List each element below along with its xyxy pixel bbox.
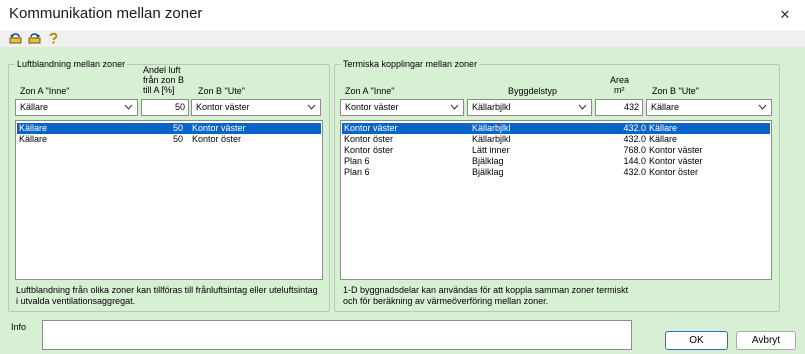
list-item[interactable]: Plan 6 Bjälklag 144.0 Kontor väster bbox=[342, 156, 770, 167]
row-area: 432.0 bbox=[623, 123, 646, 133]
left-zone-b-select[interactable]: Kontor väster bbox=[191, 99, 321, 116]
thermal-coupling-group-title: Termiska kopplingar mellan zoner bbox=[341, 59, 480, 69]
help-icon[interactable] bbox=[47, 32, 60, 44]
left-zone-b-value: Kontor väster bbox=[196, 102, 250, 112]
title-bar: Kommunikation mellan zoner ✕ bbox=[0, 0, 805, 30]
info-field[interactable] bbox=[42, 320, 632, 350]
right-col-zone-a-header: Zon A "Inne" bbox=[345, 86, 395, 96]
left-zone-a-value: Källare bbox=[20, 102, 49, 112]
row-area: 432.0 bbox=[623, 167, 646, 177]
dialog-body: Luftblandning mellan zoner Zon A "Inne" … bbox=[0, 47, 805, 354]
row-part: Bjälklag bbox=[472, 167, 504, 177]
chevron-down-icon bbox=[578, 104, 587, 110]
right-part-value: Källarbjlkl bbox=[472, 102, 511, 112]
list-item[interactable]: Kontor öster Lätt inner 768.0 Kontor väs… bbox=[342, 145, 770, 156]
row-zone-b: Kontor väster bbox=[649, 156, 703, 166]
thermal-note-2: och för beräkning av värmeöverföring mel… bbox=[343, 296, 549, 306]
right-col-area-header-1: Area bbox=[610, 75, 630, 85]
row-area: 768.0 bbox=[623, 145, 646, 155]
left-zone-a-select[interactable]: Källare bbox=[15, 99, 138, 116]
right-area-input[interactable]: 432 bbox=[595, 99, 643, 116]
left-col-zone-a-header: Zon A "Inne" bbox=[20, 86, 70, 96]
right-col-area-header-2: m² bbox=[614, 85, 625, 95]
redo-icon[interactable] bbox=[28, 32, 41, 44]
left-share-input[interactable]: 50 bbox=[141, 99, 189, 116]
air-mixing-note-2: i utvalda ventilationsaggregat. bbox=[16, 296, 136, 306]
row-zone-a: Plan 6 bbox=[344, 156, 370, 166]
air-mixing-note-1: Luftblandning från olika zoner kan tillf… bbox=[16, 285, 318, 295]
undo-icon[interactable] bbox=[9, 32, 22, 44]
row-zone-a: Kontor väster bbox=[344, 123, 398, 133]
row-zone-b: Källare bbox=[649, 123, 678, 133]
window-title: Kommunikation mellan zoner bbox=[9, 5, 203, 22]
row-zone-b: Kontor väster bbox=[649, 145, 703, 155]
list-item[interactable]: Källare 50 Kontor väster bbox=[17, 123, 321, 134]
right-zone-a-value: Kontor väster bbox=[345, 102, 399, 112]
left-col-share-header-2: från zon B bbox=[143, 75, 185, 85]
row-zone-a: Källare bbox=[19, 123, 48, 133]
thermal-coupling-list[interactable]: Kontor väster Källarbjlkl 432.0 Källare … bbox=[340, 120, 772, 280]
cancel-button[interactable]: Avbryt bbox=[736, 331, 796, 350]
ok-button[interactable]: OK bbox=[665, 331, 728, 350]
left-col-zone-b-header: Zon B "Ute" bbox=[198, 86, 245, 96]
list-item[interactable]: Källare 50 Kontor öster bbox=[17, 134, 321, 145]
row-part: Källarbjlkl bbox=[472, 134, 511, 144]
list-item[interactable]: Plan 6 Bjälklag 432.0 Kontor öster bbox=[342, 167, 770, 178]
row-zone-b: Kontor öster bbox=[192, 134, 242, 144]
right-zone-b-value: Källare bbox=[651, 102, 680, 112]
right-zone-a-select[interactable]: Kontor väster bbox=[340, 99, 464, 116]
row-zone-a: Kontor öster bbox=[344, 134, 394, 144]
toolbar bbox=[0, 30, 805, 47]
row-part: Bjälklag bbox=[472, 156, 504, 166]
row-area: 144.0 bbox=[623, 156, 646, 166]
thermal-note-1: 1-D byggnadsdelar kan användas för att k… bbox=[343, 285, 629, 295]
info-label: Info bbox=[11, 322, 27, 332]
right-col-zone-b-header: Zon B "Ute" bbox=[652, 86, 699, 96]
row-share: 50 bbox=[172, 123, 183, 133]
list-item[interactable]: Kontor väster Källarbjlkl 432.0 Källare bbox=[342, 123, 770, 134]
row-zone-a: Källare bbox=[19, 134, 48, 144]
row-zone-b: Kontor öster bbox=[649, 167, 699, 177]
close-button[interactable]: ✕ bbox=[765, 0, 805, 30]
row-part: Lätt inner bbox=[472, 145, 510, 155]
right-col-part-header: Byggdelstyp bbox=[508, 86, 558, 96]
row-area: 432.0 bbox=[623, 134, 646, 144]
row-zone-a: Kontor öster bbox=[344, 145, 394, 155]
air-mixing-list[interactable]: Källare 50 Kontor väster Källare 50 Kont… bbox=[15, 120, 323, 280]
row-zone-b: Källare bbox=[649, 134, 678, 144]
row-zone-a: Plan 6 bbox=[344, 167, 370, 177]
left-col-share-header-3: till A [%] bbox=[143, 85, 175, 95]
left-col-share-header-1: Andel luft bbox=[143, 65, 181, 75]
chevron-down-icon bbox=[450, 104, 459, 110]
air-mixing-group-title: Luftblandning mellan zoner bbox=[15, 59, 128, 69]
row-share: 50 bbox=[172, 134, 183, 144]
right-zone-b-select[interactable]: Källare bbox=[646, 99, 772, 116]
row-part: Källarbjlkl bbox=[472, 123, 511, 133]
list-item[interactable]: Kontor öster Källarbjlkl 432.0 Källare bbox=[342, 134, 770, 145]
chevron-down-icon bbox=[758, 104, 767, 110]
row-zone-b: Kontor väster bbox=[192, 123, 246, 133]
right-part-select[interactable]: Källarbjlkl bbox=[467, 99, 592, 116]
chevron-down-icon bbox=[124, 104, 133, 110]
close-icon: ✕ bbox=[779, 7, 791, 22]
chevron-down-icon bbox=[307, 104, 316, 110]
